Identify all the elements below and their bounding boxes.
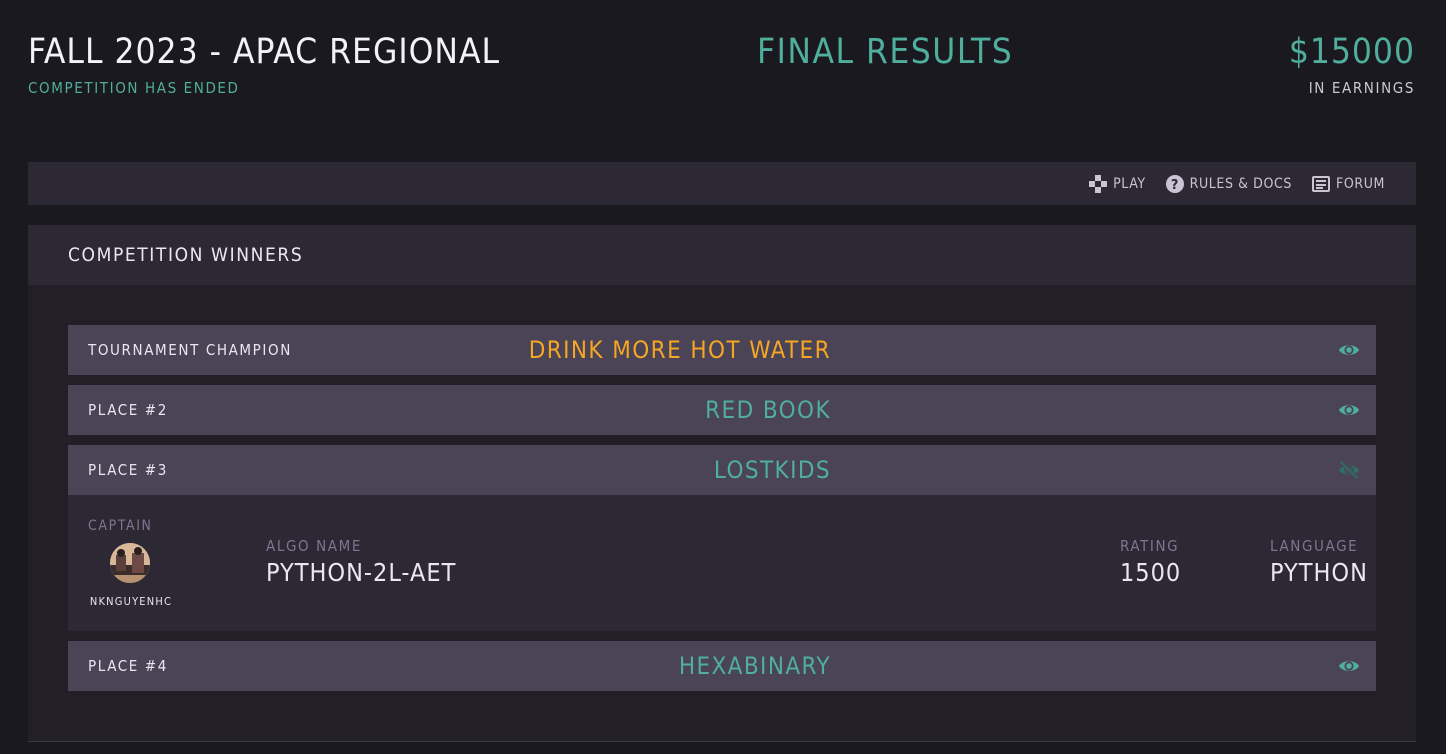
place-label: PLACE #4: [88, 657, 168, 675]
winner-row-place-3[interactable]: PLACE #3 LOSTKIDS: [68, 445, 1376, 495]
prize-amount: $15000: [1288, 32, 1415, 72]
winners-panel: COMPETITION WINNERS TOURNAMENT CHAMPION …: [28, 225, 1416, 742]
avatar[interactable]: [110, 543, 150, 583]
team-details: CAPTAIN NKNGUYENHC ALGO NAME PYTHON-2L-A…: [68, 495, 1376, 631]
gamepad-icon: [1089, 174, 1108, 193]
rating-label: RATING: [1120, 537, 1180, 555]
captain-name: NKNGUYENHC: [89, 595, 173, 608]
team-name: RED BOOK: [705, 396, 831, 424]
final-results-heading: FINAL RESULTS: [757, 32, 1014, 72]
language-label: LANGUAGE: [1270, 537, 1359, 555]
winner-row-champion[interactable]: TOURNAMENT CHAMPION DRINK MORE HOT WATER: [68, 325, 1376, 375]
eye-icon[interactable]: [1338, 400, 1360, 420]
algo-name-label: ALGO NAME: [266, 537, 362, 555]
competition-title: FALL 2023 - APAC REGIONAL: [28, 32, 501, 72]
question-icon: ?: [1165, 174, 1184, 193]
svg-text:?: ?: [1171, 178, 1179, 193]
winners-heading: COMPETITION WINNERS: [28, 225, 1416, 285]
rating-value: 1500: [1120, 558, 1182, 587]
newspaper-icon: [1312, 175, 1330, 192]
place-label: PLACE #2: [88, 401, 168, 419]
eye-icon[interactable]: [1338, 656, 1360, 676]
nav-bar: PLAY ? RULES & DOCS FORUM: [28, 162, 1416, 205]
nav-rules-label: RULES & DOCS: [1189, 175, 1292, 192]
nav-rules-link[interactable]: ? RULES & DOCS: [1165, 174, 1292, 193]
nav-forum-link[interactable]: FORUM: [1312, 175, 1385, 193]
captain-label: CAPTAIN: [88, 518, 153, 534]
eye-off-icon[interactable]: [1338, 460, 1360, 480]
competition-status: COMPETITION HAS ENDED: [28, 79, 240, 97]
nav-play-label: PLAY: [1113, 175, 1146, 192]
eye-icon[interactable]: [1338, 340, 1360, 360]
team-name: HEXABINARY: [678, 652, 831, 680]
avatar-image: [110, 543, 150, 583]
nav-play-link[interactable]: PLAY: [1089, 174, 1146, 193]
team-name: LOSTKIDS: [713, 456, 831, 484]
algo-name: PYTHON-2L-AET: [266, 558, 457, 587]
nav-forum-label: FORUM: [1336, 175, 1385, 192]
language-value: PYTHON: [1270, 558, 1368, 587]
prize-label: IN EARNINGS: [1308, 79, 1415, 97]
place-label: PLACE #3: [88, 461, 168, 479]
team-name: DRINK MORE HOT WATER: [528, 336, 831, 364]
results-page: FALL 2023 - APAC REGIONAL COMPETITION HA…: [0, 0, 1446, 754]
winner-row-place-2[interactable]: PLACE #2 RED BOOK: [68, 385, 1376, 435]
nav-items: PLAY ? RULES & DOCS FORUM: [1089, 162, 1385, 205]
winner-row-place-4[interactable]: PLACE #4 HEXABINARY: [68, 641, 1376, 691]
place-label: TOURNAMENT CHAMPION: [88, 341, 292, 359]
